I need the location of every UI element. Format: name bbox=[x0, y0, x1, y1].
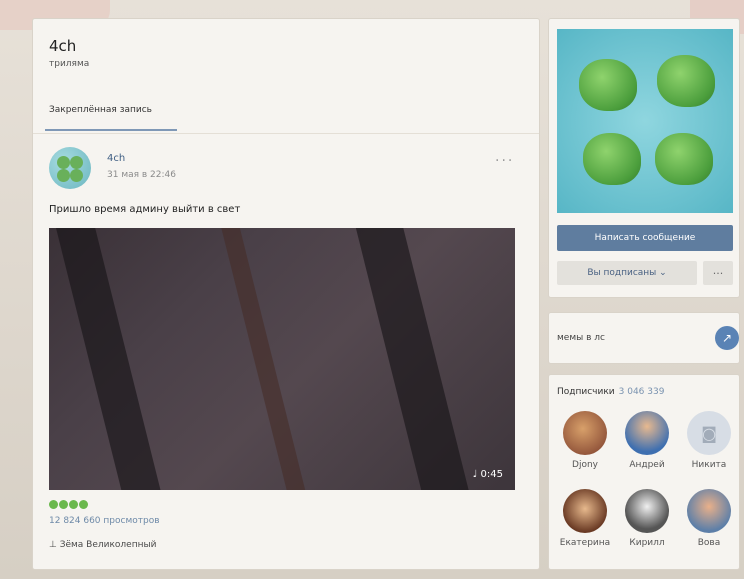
post-avatar[interactable] bbox=[49, 147, 91, 189]
tree-icon bbox=[579, 59, 637, 111]
subscribers-label: Подписчики bbox=[557, 387, 615, 397]
subscriber-item[interactable]: Вова bbox=[681, 489, 737, 548]
tab-pinned-post[interactable]: Закреплённая запись bbox=[49, 105, 152, 115]
write-message-button[interactable]: Написать сообщение bbox=[557, 225, 733, 251]
reaction-icon bbox=[69, 500, 78, 509]
avatar-blob bbox=[70, 169, 83, 182]
group-title: 4ch bbox=[49, 37, 77, 55]
memes-link[interactable]: мемы в лс bbox=[557, 333, 605, 343]
main-panel: 4ch триляма Закреплённая запись 4ch 31 м… bbox=[32, 18, 540, 570]
post-date[interactable]: 31 мая в 22:46 bbox=[107, 170, 176, 180]
reaction-icons[interactable] bbox=[49, 500, 88, 509]
subscriber-name: Екатерина bbox=[559, 538, 611, 548]
subscribers-header[interactable]: Подписчики 3 046 339 bbox=[557, 387, 664, 397]
group-avatar-image[interactable] bbox=[557, 29, 733, 213]
avatar bbox=[625, 489, 669, 533]
sound-icon: ♩ bbox=[472, 469, 481, 480]
divider bbox=[33, 133, 539, 134]
video-frame-shadow bbox=[348, 228, 476, 490]
video-duration: ♩ 0:45 bbox=[473, 469, 503, 480]
subscriber-name: Вова bbox=[697, 538, 721, 548]
more-actions-button[interactable]: ··· bbox=[703, 261, 733, 285]
subscriber-name: Djony bbox=[572, 460, 598, 470]
avatar bbox=[625, 411, 669, 455]
subscriber-item[interactable]: Андрей bbox=[619, 411, 675, 470]
video-player[interactable]: ♩ 0:45 bbox=[49, 228, 515, 490]
avatar bbox=[687, 489, 731, 533]
arrow-icon[interactable]: ↗ bbox=[715, 326, 739, 350]
avatar bbox=[563, 489, 607, 533]
duration-text: 0:45 bbox=[480, 469, 503, 480]
tree-icon bbox=[655, 133, 713, 185]
subscribed-dropdown[interactable]: Вы подписаны ⌄ bbox=[557, 261, 697, 285]
view-count: 12 824 660 просмотров bbox=[49, 516, 160, 526]
signer-name[interactable]: Зёма Великолепный bbox=[60, 540, 157, 550]
post-text: Пришло время админу выйти в свет bbox=[49, 204, 241, 215]
subscribers-count: 3 046 339 bbox=[618, 387, 665, 397]
tab-active-indicator bbox=[45, 129, 177, 131]
video-frame-shadow bbox=[49, 228, 168, 490]
post-author[interactable]: 4ch bbox=[107, 153, 125, 164]
subscriber-name: Андрей bbox=[629, 460, 665, 470]
camera-icon: ◙ bbox=[687, 411, 731, 455]
subscriber-name: Кирилл bbox=[629, 538, 665, 548]
user-icon: ⊥ bbox=[49, 540, 60, 550]
tree-icon bbox=[657, 55, 715, 107]
subscriber-item[interactable]: Екатерина bbox=[557, 489, 613, 548]
reaction-icon bbox=[59, 500, 68, 509]
tree-icon bbox=[583, 133, 641, 185]
post-more-button[interactable]: ··· bbox=[495, 153, 514, 169]
memes-link-panel: мемы в лс ↗ bbox=[548, 312, 740, 364]
group-status: триляма bbox=[49, 59, 90, 69]
avatar-blob bbox=[70, 156, 83, 169]
subscriber-name: Никита bbox=[691, 460, 727, 470]
group-cover-panel: Написать сообщение Вы подписаны ⌄ ··· bbox=[548, 18, 740, 298]
subscriber-item[interactable]: Djony bbox=[557, 411, 613, 470]
subscribers-panel: Подписчики 3 046 339 Djony Андрей ◙ Никит… bbox=[548, 374, 740, 570]
reaction-icon bbox=[49, 500, 58, 509]
subscriber-item[interactable]: Кирилл bbox=[619, 489, 675, 548]
reaction-icon bbox=[79, 500, 88, 509]
post-signer[interactable]: ⊥ Зёма Великолепный bbox=[49, 540, 156, 550]
avatar bbox=[563, 411, 607, 455]
avatar-blob bbox=[57, 156, 70, 169]
avatar-blob bbox=[57, 169, 70, 182]
video-frame-shadow bbox=[213, 228, 313, 490]
subscriber-item[interactable]: ◙ Никита bbox=[681, 411, 737, 470]
